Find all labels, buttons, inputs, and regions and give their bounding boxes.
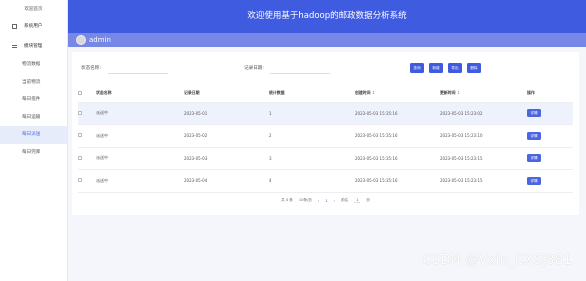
cell-date: 2023-05-03: [184, 147, 269, 170]
sort-icon[interactable]: ↕: [372, 90, 375, 95]
system-users-icon: [12, 23, 17, 29]
prev-page-button[interactable]: ‹: [318, 199, 319, 203]
table-header-row: 状态名称 记录日期 统计数据 创建时间 ↕ 更新时间 ↕ 操作: [78, 85, 573, 103]
pagination: 共 4 条 10条/页 ‹ 1 › 前往 1 页: [72, 198, 579, 203]
watermark: CSDN @Vxin_CXSJ881: [422, 253, 572, 268]
cell-status: 派送中: [96, 147, 184, 170]
status-name-label: 状态名称:: [81, 66, 101, 71]
sidebar-home-link[interactable]: 欢迎首页: [0, 0, 67, 16]
menu-group-system-users[interactable]: 系统用户: [0, 16, 67, 36]
cell-count: 4: [269, 169, 355, 193]
page-unit-label: 页: [366, 198, 370, 202]
delete-button[interactable]: 删除: [467, 63, 481, 73]
table-row[interactable]: 派送中 2023-05-04 4 2023-05-03 15:35:16 202…: [78, 169, 573, 193]
cell-updated: 2023-05-03 15:23:10: [440, 124, 527, 148]
search-row: 状态名称: 记录日期: 查询 新增 导出 删除: [72, 60, 579, 76]
status-name-input[interactable]: [108, 73, 168, 74]
row-checkbox[interactable]: [78, 178, 82, 183]
column-header-status: 状态名称: [96, 85, 184, 103]
cell-status: 派送中: [96, 124, 184, 148]
header-banner: 欢迎使用基于hadoop的邮政数据分析系统: [68, 0, 586, 33]
detail-button[interactable]: 详情: [527, 109, 541, 118]
table-row[interactable]: 派送中 2023-05-02 2 2023-05-03 15:35:16 202…: [78, 124, 573, 148]
cell-actions: 详情: [527, 124, 573, 148]
cell-updated: 2023-05-03 15:23:15: [440, 147, 527, 170]
add-button[interactable]: 新增: [429, 63, 443, 73]
column-header-created[interactable]: 创建时间 ↕: [355, 85, 440, 103]
search-button[interactable]: 查询: [410, 63, 424, 73]
page-number-current[interactable]: 1: [325, 199, 327, 203]
column-header-actions: 操作: [527, 85, 573, 103]
goto-page-input[interactable]: 1: [354, 198, 361, 203]
cell-actions: 详情: [527, 102, 573, 125]
cell-created: 2023-05-03 15:35:16: [355, 102, 440, 125]
table-row[interactable]: 派送中 2023-05-01 1 2023-05-03 15:35:16 202…: [78, 102, 573, 125]
sidebar-item-daily-pickup[interactable]: 每日揽件: [0, 91, 67, 109]
username[interactable]: admin: [89, 36, 111, 44]
column-header-date: 记录日期: [184, 85, 269, 103]
cell-created: 2023-05-03 15:35:16: [355, 147, 440, 170]
cell-status: 派送中: [96, 169, 184, 193]
sidebar-item-current-logistics[interactable]: 当前物流: [0, 74, 67, 92]
menu-group-module-manage[interactable]: 模块管理: [0, 36, 67, 56]
user-bar: admin: [68, 33, 586, 47]
row-checkbox-cell[interactable]: [78, 169, 96, 193]
column-header-created-label: 创建时间: [355, 90, 371, 96]
sort-icon[interactable]: ↕: [457, 90, 460, 95]
avatar[interactable]: [76, 35, 86, 45]
sidebar: 欢迎首页 系统用户 模块管理 物流数据 当前物流 每日揽件 每日运输 每日派送 …: [0, 0, 68, 281]
menu-group-label: 模块管理: [24, 44, 43, 49]
sidebar-item-logistics-data[interactable]: 物流数据: [0, 56, 67, 74]
sidebar-item-daily-transport[interactable]: 每日运输: [0, 109, 67, 127]
cell-date: 2023-05-01: [184, 102, 269, 125]
select-all-header[interactable]: [78, 85, 96, 103]
cell-actions: 详情: [527, 147, 573, 170]
detail-button[interactable]: 详情: [527, 131, 541, 140]
row-checkbox[interactable]: [78, 133, 82, 138]
next-page-button[interactable]: ›: [334, 199, 335, 203]
cell-count: 2: [269, 124, 355, 148]
page-size-select[interactable]: 10条/页: [299, 198, 312, 203]
goto-label: 前往: [341, 198, 349, 202]
pagination-total: 共 4 条: [281, 198, 293, 202]
row-checkbox[interactable]: [78, 110, 82, 115]
table-row[interactable]: 派送中 2023-05-03 3 2023-05-03 15:35:16 202…: [78, 147, 573, 170]
column-header-updated[interactable]: 更新时间 ↕: [440, 85, 527, 103]
cell-count: 3: [269, 147, 355, 170]
record-date-input[interactable]: [270, 73, 330, 74]
row-checkbox-cell[interactable]: [78, 147, 96, 170]
cell-created: 2023-05-03 15:35:16: [355, 124, 440, 148]
detail-button[interactable]: 详情: [527, 154, 541, 163]
data-table: 状态名称 记录日期 统计数据 创建时间 ↕ 更新时间 ↕ 操作 派送中 2023…: [78, 85, 573, 193]
record-date-label: 记录日期:: [244, 66, 264, 71]
cell-count: 1: [269, 102, 355, 125]
cell-date: 2023-05-02: [184, 124, 269, 148]
cell-status: 派送中: [96, 102, 184, 125]
module-manage-icon: [12, 44, 17, 49]
select-all-checkbox[interactable]: [78, 90, 82, 95]
banner-title: 欢迎使用基于hadoop的邮政数据分析系统: [247, 11, 407, 21]
menu-group-label: 系统用户: [24, 24, 43, 29]
row-checkbox-cell[interactable]: [78, 102, 96, 125]
export-button[interactable]: 导出: [448, 63, 462, 73]
cell-updated: 2023-05-03 15:23:15: [440, 169, 527, 193]
row-checkbox[interactable]: [78, 155, 82, 160]
sidebar-item-daily-warehouse[interactable]: 每日完库: [0, 144, 67, 162]
main-panel: 状态名称: 记录日期: 查询 新增 导出 删除 状态名称 记录日期 统计数据 创…: [72, 52, 579, 215]
cell-created: 2023-05-03 15:35:16: [355, 169, 440, 193]
row-checkbox-cell[interactable]: [78, 124, 96, 148]
detail-button[interactable]: 详情: [527, 176, 541, 185]
column-header-updated-label: 更新时间: [440, 90, 456, 96]
cell-date: 2023-05-04: [184, 169, 269, 193]
cell-updated: 2023-05-03 15:23:02: [440, 102, 527, 125]
column-header-count: 统计数据: [269, 85, 355, 103]
sidebar-item-daily-delivery[interactable]: 每日派送: [0, 126, 67, 144]
cell-actions: 详情: [527, 169, 573, 193]
